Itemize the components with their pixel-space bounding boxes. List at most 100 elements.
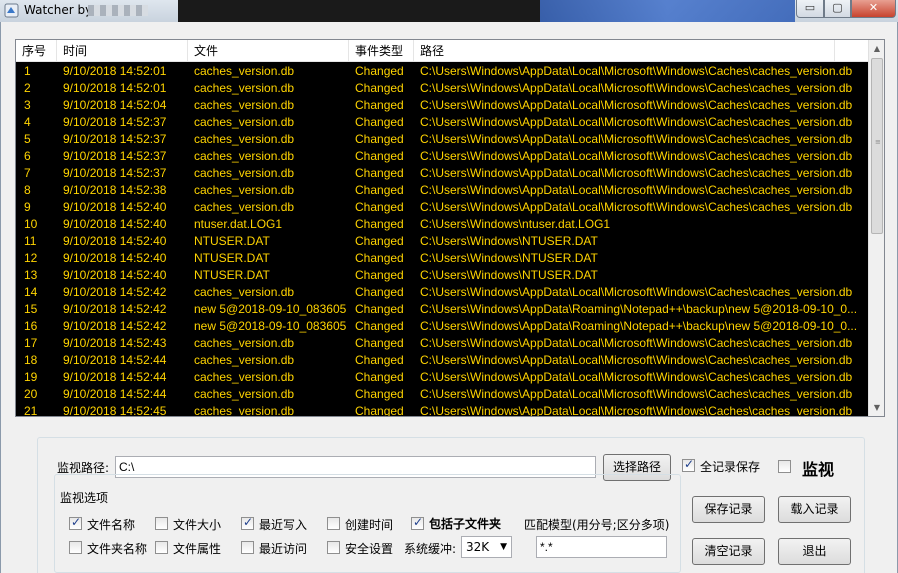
app-icon xyxy=(4,3,19,18)
list-item[interactable]: 14 9/10/2018 14:52:42 caches_version.db Cha… xyxy=(16,284,868,301)
scrollbar-thumb[interactable]: ≡ xyxy=(871,58,883,234)
save-records-button[interactable]: 保存记录 xyxy=(692,496,765,523)
list-item[interactable]: 20 9/10/2018 14:52:44 caches_version.db Cha… xyxy=(16,386,868,403)
option-checkbox-security[interactable] xyxy=(327,541,340,554)
cell-event-type: Changed xyxy=(355,115,404,129)
option-label-file-name: 文件名称 xyxy=(87,518,136,532)
cell-path: C:\Users\Windows\AppData\Local\Microsoft… xyxy=(420,285,853,299)
column-header-index[interactable]: 序号 xyxy=(16,40,57,62)
option-label-file-attributes: 文件属性 xyxy=(173,542,222,556)
cell-event-type: Changed xyxy=(355,268,404,282)
cell-index: 4 xyxy=(24,115,31,129)
cell-time: 9/10/2018 14:52:42 xyxy=(63,285,167,299)
column-header-time[interactable]: 时间 xyxy=(57,40,188,62)
cell-event-type: Changed xyxy=(355,64,404,78)
cell-event-type: Changed xyxy=(355,404,404,416)
list-item[interactable]: 15 9/10/2018 14:52:42 new 5@2018-09-10_083… xyxy=(16,301,868,318)
cell-time: 9/10/2018 14:52:43 xyxy=(63,336,167,350)
list-item[interactable]: 10 9/10/2018 14:52:40 ntuser.dat.LOG1 Chang… xyxy=(16,216,868,233)
cell-path: C:\Users\Windows\NTUSER.DAT xyxy=(420,234,598,248)
column-header-event-type[interactable]: 事件类型 xyxy=(349,40,414,62)
cell-file: caches_version.db xyxy=(194,132,295,146)
cell-index: 12 xyxy=(24,251,38,265)
list-item[interactable]: 13 9/10/2018 14:52:40 NTUSER.DAT Changed C:\… xyxy=(16,267,868,284)
vertical-scrollbar[interactable]: ▲ ≡ ▼ xyxy=(868,40,884,416)
list-item[interactable]: 11 9/10/2018 14:52:40 NTUSER.DAT Changed C:\… xyxy=(16,233,868,250)
list-item[interactable]: 2 9/10/2018 14:52:01 caches_version.db Chan… xyxy=(16,80,868,97)
cell-event-type: Changed xyxy=(355,336,404,350)
column-header-path[interactable]: 路径 xyxy=(414,40,835,62)
list-item[interactable]: 4 9/10/2018 14:52:37 caches_version.db Chan… xyxy=(16,114,868,131)
monitor-checkbox[interactable] xyxy=(778,460,791,473)
save-all-checkbox[interactable] xyxy=(682,457,695,472)
cell-index: 15 xyxy=(24,302,38,316)
maximize-button[interactable]: ▢ xyxy=(824,0,851,18)
list-item[interactable]: 9 9/10/2018 14:52:40 caches_version.db Chan… xyxy=(16,199,868,216)
option-label-file-size: 文件大小 xyxy=(173,518,222,532)
cell-file: new 5@2018-09-10_083605 xyxy=(194,319,347,333)
cell-path: C:\Users\Windows\AppData\Local\Microsoft… xyxy=(420,336,853,350)
list-body: 1 9/10/2018 14:52:01 caches_version.db Chan… xyxy=(16,63,868,416)
option-label-security: 安全设置 xyxy=(345,542,394,556)
cell-event-type: Changed xyxy=(355,132,404,146)
cell-event-type: Changed xyxy=(355,370,404,384)
cell-index: 13 xyxy=(24,268,38,282)
cell-time: 9/10/2018 14:52:38 xyxy=(63,183,167,197)
list-item[interactable]: 21 9/10/2018 14:52:45 caches_version.db Cha… xyxy=(16,403,868,416)
option-checkbox-file-attributes[interactable] xyxy=(155,541,168,554)
cell-index: 7 xyxy=(24,166,31,180)
cell-file: NTUSER.DAT xyxy=(194,268,270,282)
cell-path: C:\Users\Windows\AppData\Local\Microsoft… xyxy=(420,387,853,401)
cell-time: 9/10/2018 14:52:37 xyxy=(63,149,167,163)
close-button[interactable]: ✕ xyxy=(851,0,896,18)
option-checkbox-last-write[interactable] xyxy=(241,515,254,530)
clear-records-button[interactable]: 清空记录 xyxy=(692,538,765,565)
list-item[interactable]: 12 9/10/2018 14:52:40 NTUSER.DAT Changed C:\… xyxy=(16,250,868,267)
list-item[interactable]: 18 9/10/2018 14:52:44 caches_version.db Cha… xyxy=(16,352,868,369)
cell-path: C:\Users\Windows\AppData\Local\Microsoft… xyxy=(420,200,853,214)
scroll-up-icon[interactable]: ▲ xyxy=(869,40,884,57)
cell-file: ntuser.dat.LOG1 xyxy=(194,217,283,231)
list-item[interactable]: 8 9/10/2018 14:52:38 caches_version.db Chan… xyxy=(16,182,868,199)
pattern-input[interactable]: *.* xyxy=(536,536,667,558)
list-item[interactable]: 6 9/10/2018 14:52:37 caches_version.db Chan… xyxy=(16,148,868,165)
cell-time: 9/10/2018 14:52:42 xyxy=(63,319,167,333)
option-checkbox-file-name[interactable] xyxy=(69,515,82,530)
cell-file: caches_version.db xyxy=(194,285,295,299)
cell-path: C:\Users\Windows\AppData\Local\Microsoft… xyxy=(420,115,853,129)
option-checkbox-file-size[interactable] xyxy=(155,517,168,530)
chevron-down-icon: ▼ xyxy=(500,542,507,552)
title-bar[interactable]: Watcher by ▭ ▢ ✕ xyxy=(0,0,898,22)
list-item[interactable]: 16 9/10/2018 14:52:42 new 5@2018-09-10_083… xyxy=(16,318,868,335)
cell-index: 20 xyxy=(24,387,38,401)
list-item[interactable]: 7 9/10/2018 14:52:37 caches_version.db Chan… xyxy=(16,165,868,182)
cell-event-type: Changed xyxy=(355,217,404,231)
cell-path: C:\Users\Windows\ntuser.dat.LOG1 xyxy=(420,217,611,231)
option-checkbox-creation-time[interactable] xyxy=(327,517,340,530)
minimize-button[interactable]: ▭ xyxy=(796,0,824,18)
cell-file: caches_version.db xyxy=(194,115,295,129)
column-header-file[interactable]: 文件 xyxy=(188,40,349,62)
buffer-select[interactable]: 32K ▼ xyxy=(461,536,512,558)
load-records-button[interactable]: 载入记录 xyxy=(778,496,851,523)
list-item[interactable]: 5 9/10/2018 14:52:37 caches_version.db Chan… xyxy=(16,131,868,148)
option-checkbox-last-access[interactable] xyxy=(241,541,254,554)
list-item[interactable]: 3 9/10/2018 14:52:04 caches_version.db Chan… xyxy=(16,97,868,114)
cell-index: 11 xyxy=(24,234,37,248)
cell-index: 3 xyxy=(24,98,31,112)
option-checkbox-include-subfolders[interactable] xyxy=(411,515,424,530)
option-label-folder-name: 文件夹名称 xyxy=(87,542,148,556)
cell-time: 9/10/2018 14:52:40 xyxy=(63,200,167,214)
list-item[interactable]: 19 9/10/2018 14:52:44 caches_version.db Cha… xyxy=(16,369,868,386)
option-checkbox-folder-name[interactable] xyxy=(69,541,82,554)
list-item[interactable]: 1 9/10/2018 14:52:01 caches_version.db Chan… xyxy=(16,63,868,80)
cell-path: C:\Users\Windows\AppData\Local\Microsoft… xyxy=(420,98,853,112)
exit-button[interactable]: 退出 xyxy=(778,538,851,565)
cell-event-type: Changed xyxy=(355,183,404,197)
cell-path: C:\Users\Windows\AppData\Local\Microsoft… xyxy=(420,370,853,384)
cell-path: C:\Users\Windows\AppData\Local\Microsoft… xyxy=(420,132,853,146)
cell-time: 9/10/2018 14:52:44 xyxy=(63,387,167,401)
list-item[interactable]: 17 9/10/2018 14:52:43 caches_version.db Cha… xyxy=(16,335,868,352)
event-list[interactable]: 序号 时间 文件 事件类型 路径 1 9/10/2018 14:52:01 cach… xyxy=(15,39,885,417)
scroll-down-icon[interactable]: ▼ xyxy=(869,399,884,416)
